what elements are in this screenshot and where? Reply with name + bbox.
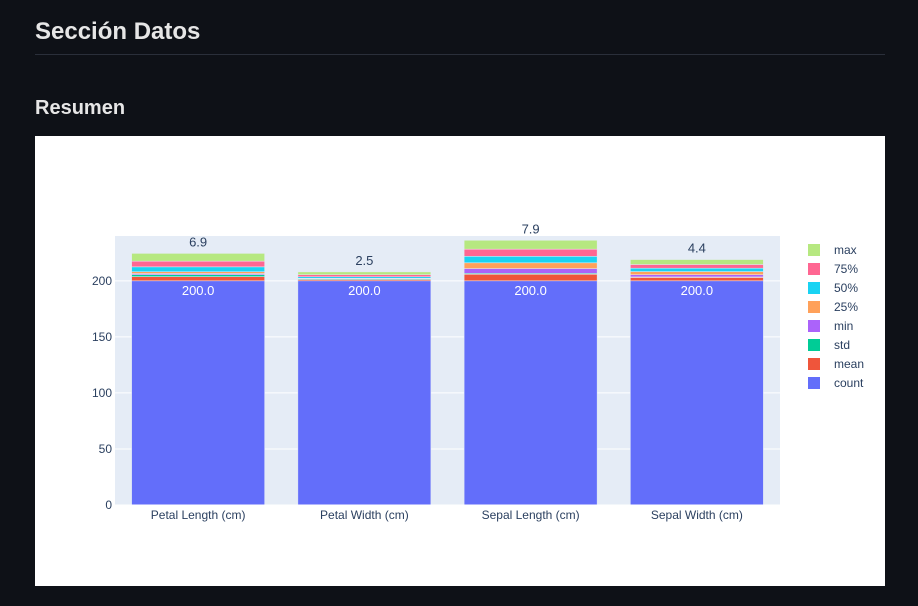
bar-segment-max [297,271,432,275]
bar-segment-std [131,274,265,277]
bar-segment-count [131,280,265,506]
bar-value-label-count: 200.0 [514,283,547,298]
section-title: Sección Datos [35,18,201,45]
legend-label-50pct: 50% [834,281,858,295]
summary-chart-card: 0 50 100 150 200 200.0 6.9 Petal Length (cm) 200… [35,136,885,586]
bar-segment-max [630,259,764,265]
bar-segment-min [463,268,598,274]
subsection-title: Resumen [35,97,126,119]
bar-value-label-count: 200.0 [681,283,714,298]
bar-segment-75pct [131,260,265,268]
legend-swatch-min [808,320,820,332]
bar-segment-50pct [131,266,265,272]
legend-label-min: min [834,319,853,333]
x-tick-label: Sepal Length (cm) [482,508,580,522]
bar-segment-count [297,280,432,506]
y-tick-label: 0 [105,498,112,512]
bar-segment-75pct [630,264,764,269]
stacked-bar-chart: 0 50 100 150 200 200.0 6.9 Petal Length (cm) 200… [92,221,864,522]
y-tick-label: 150 [92,330,112,344]
legend-label-max: max [834,243,857,257]
bar-segment-25pct [630,271,764,275]
bar-segment-25pct [463,262,598,269]
bar-value-label-count: 200.0 [348,283,381,298]
bar-segment-count [463,280,598,506]
bar-segment-50pct [463,256,598,264]
legend-label-25pct: 25% [834,300,858,314]
legend-swatch-75pct [808,263,820,275]
legend-label-count: count [834,376,864,390]
legend-swatch-std [808,339,820,351]
legend-swatch-25pct [808,301,820,313]
bar-segment-75pct [297,274,432,277]
bar-segment-count [630,280,764,506]
x-tick-label: Petal Length (cm) [151,508,246,522]
bar-value-label-max: 2.5 [355,253,373,268]
bar-value-label-max: 4.4 [688,241,706,256]
bar-segment-mean [630,277,764,282]
legend-swatch-mean [808,358,820,370]
legend-swatch-50pct [808,282,820,294]
bar-segment-max [131,253,265,262]
y-tick-label: 200 [92,274,112,288]
bar-segment-25pct [131,271,265,274]
bar-segment-mean [463,274,598,282]
x-tick-label: Petal Width (cm) [320,508,409,522]
legend-label-std: std [834,338,850,352]
bar-value-label-count: 200.0 [182,283,215,298]
x-tick-label: Sepal Width (cm) [651,508,743,522]
bar-segment-50pct [630,267,764,272]
bar-segment-min [630,274,764,278]
legend-swatch-max [808,244,820,256]
bar-value-label-max: 7.9 [522,221,540,236]
bar-value-label-max: 6.9 [189,234,207,249]
bar-segment-75pct [463,248,598,257]
bar-segment-mean [131,276,265,282]
y-tick-label: 50 [99,442,113,456]
legend-label-mean: mean [834,357,864,371]
y-tick-label: 100 [92,386,112,400]
section-divider [35,54,885,55]
legend-label-75pct: 75% [834,262,858,276]
bar-segment-max [463,240,598,250]
legend-swatch-count [808,377,820,389]
